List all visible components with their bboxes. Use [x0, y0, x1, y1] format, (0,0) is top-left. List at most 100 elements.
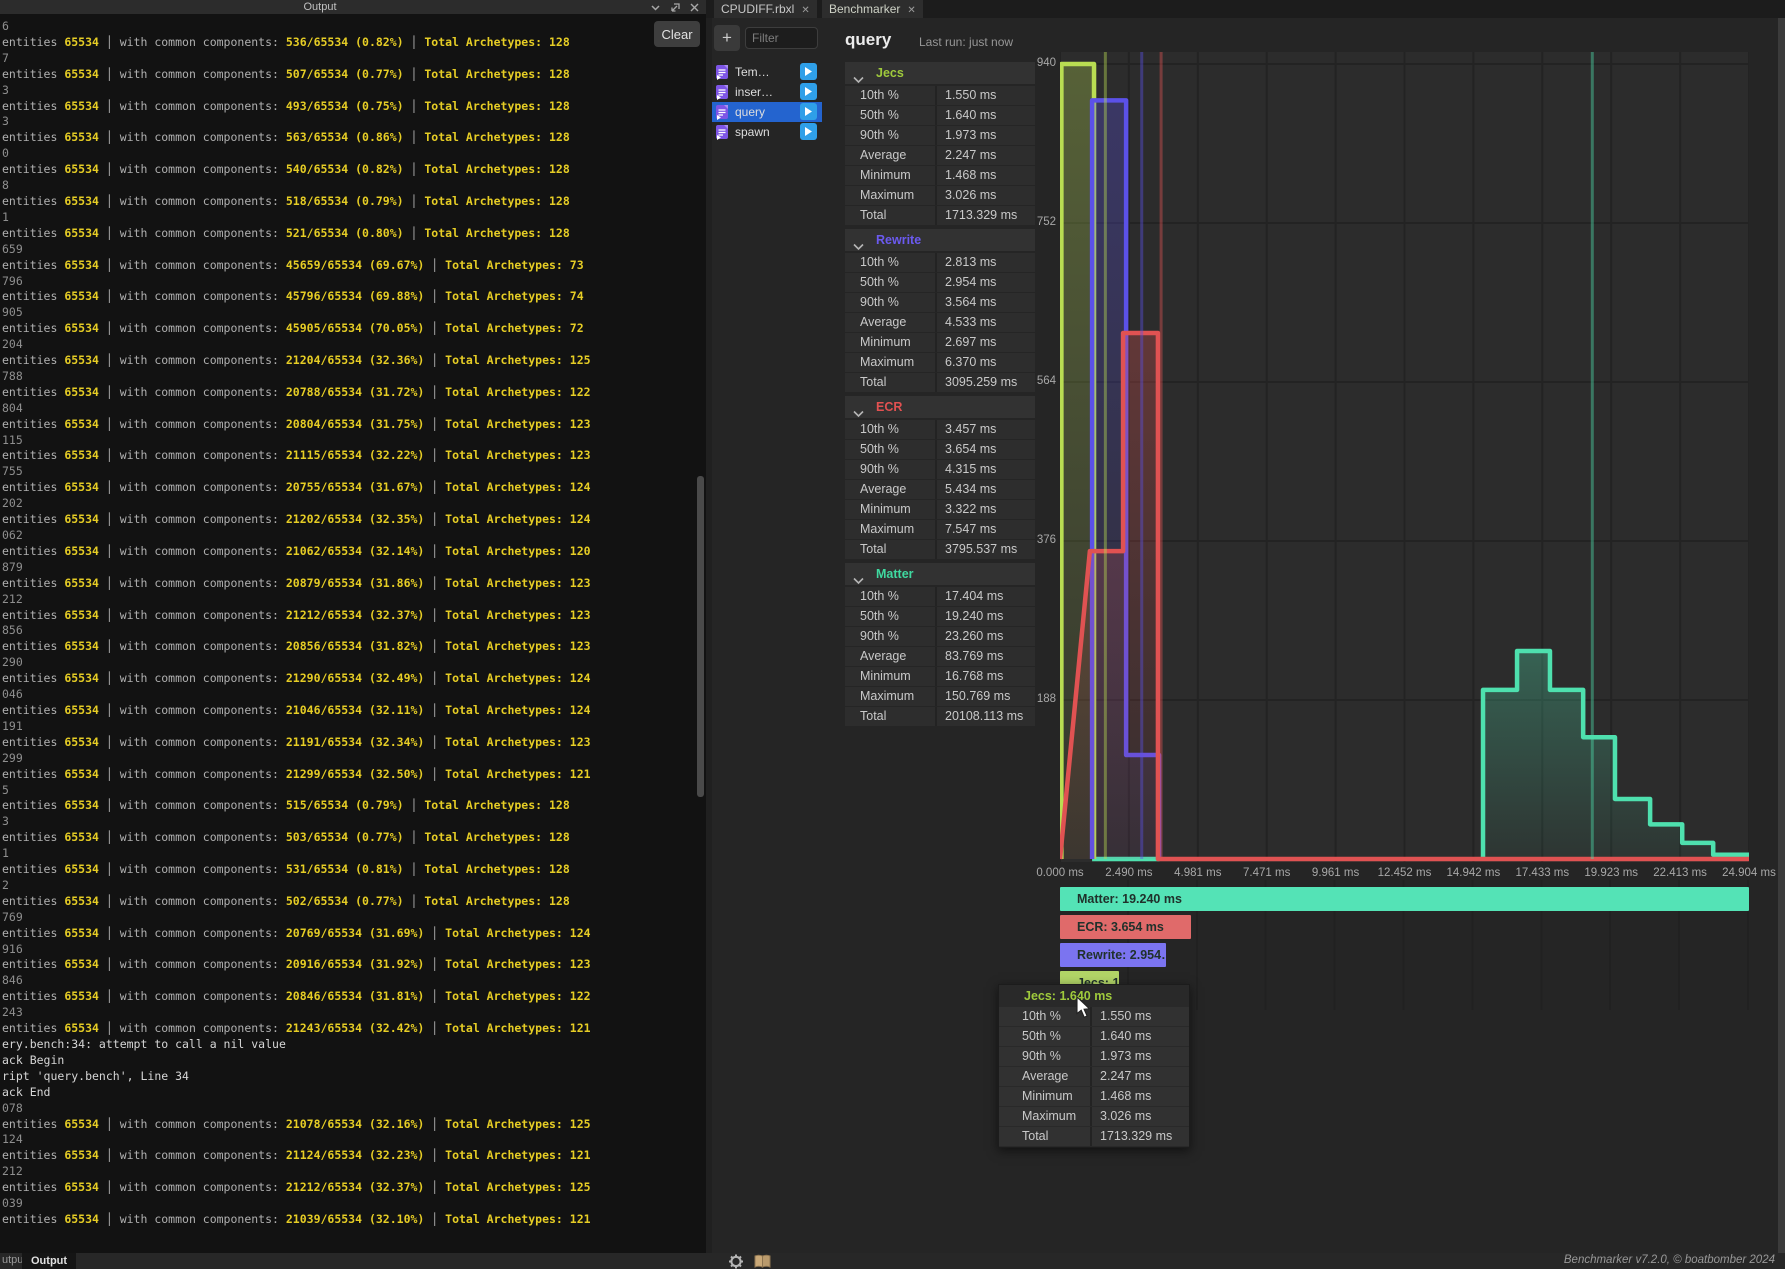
chevron-down-icon: [853, 69, 864, 91]
tab-cpudiff[interactable]: CPUDIFF.rbxl✕: [714, 0, 817, 18]
run-benchmark-button[interactable]: [800, 83, 817, 100]
benchmark-file-sidebar: + Tem…inser…queryspawn: [712, 18, 822, 1253]
tooltip-stat-value: 1.550 ms: [1090, 1007, 1189, 1026]
tab-close-icon[interactable]: ✕: [907, 5, 915, 16]
stat-label: 50th %: [845, 273, 935, 292]
panel-scrollbar[interactable]: [1778, 18, 1785, 1253]
stat-row: Average4.533 ms: [845, 313, 1035, 332]
tooltip-stat-label: Minimum: [999, 1087, 1090, 1106]
tooltip-stat-value: 2.247 ms: [1090, 1067, 1189, 1086]
output-panel: Output 6entities 65534 │ with common com…: [0, 0, 706, 1253]
tooltip-stat-label: Average: [999, 1067, 1090, 1086]
stat-label: Minimum: [845, 667, 935, 686]
sidebar-item-inser[interactable]: inser…: [712, 82, 822, 102]
stat-row: Total3795.537 ms: [845, 540, 1035, 559]
book-icon[interactable]: [754, 1254, 771, 1269]
chevron-down-icon: [853, 236, 864, 258]
stat-row: Minimum2.697 ms: [845, 333, 1035, 352]
series-tooltip: Jecs: 1.640 ms 10th %1.550 ms50th %1.640…: [998, 984, 1190, 1148]
stat-value: 1.468 ms: [935, 166, 1035, 185]
output-scrollbar-thumb[interactable]: [697, 476, 704, 797]
section-header[interactable]: ECR: [845, 396, 1035, 418]
module-script-icon: [715, 124, 730, 145]
stat-value: 4.315 ms: [935, 460, 1035, 479]
tooltip-stat-row: Minimum1.468 ms: [999, 1087, 1189, 1106]
output-log-line: entities 65534 │ with common components:…: [2, 862, 706, 878]
close-icon[interactable]: [689, 2, 700, 13]
stat-row: 50th %2.954 ms: [845, 273, 1035, 292]
dock-window-icon[interactable]: [670, 2, 681, 13]
stat-row: Total20108.113 ms: [845, 707, 1035, 726]
bottom-tab-output[interactable]: Output: [22, 1253, 76, 1269]
sidebar-item-Tem[interactable]: Tem…: [712, 62, 822, 82]
tooltip-stat-value: 1.973 ms: [1090, 1047, 1189, 1066]
stat-row: Maximum150.769 ms: [845, 687, 1035, 706]
stat-label: Total: [845, 540, 935, 559]
stat-row: 10th %2.813 ms: [845, 253, 1035, 272]
tab-close-icon[interactable]: ✕: [801, 5, 809, 16]
bottom-dock-bar: utput Output Benchmarker v7.2.0, © boatb…: [0, 1253, 1785, 1269]
stat-label: Total: [845, 707, 935, 726]
tab-benchmarker[interactable]: Benchmarker ✕: [822, 0, 923, 18]
output-log-line: entities 65534 │ with common components:…: [2, 1212, 706, 1228]
benchmark-histogram-chart[interactable]: [1060, 50, 1749, 865]
y-axis-tick-label: 188: [1012, 693, 1056, 705]
stat-row: Minimum3.322 ms: [845, 500, 1035, 519]
filter-input[interactable]: [745, 27, 818, 49]
output-log-line: entities 65534 │ with common components:…: [2, 671, 706, 687]
stat-row: 90th %23.260 ms: [845, 627, 1035, 646]
legend-bar-matter[interactable]: Matter: 19.240 ms: [1060, 887, 1749, 911]
stat-row: 50th %19.240 ms: [845, 607, 1035, 626]
output-log-line: entities 65534 │ with common components:…: [2, 289, 706, 305]
y-axis-tick-label: 940: [1012, 57, 1056, 69]
stat-value: 3.322 ms: [935, 500, 1035, 519]
output-log[interactable]: 6entities 65534 │ with common components…: [0, 14, 706, 1253]
stat-value: 2.954 ms: [935, 273, 1035, 292]
stat-label: Maximum: [845, 687, 935, 706]
section-header[interactable]: Jecs: [845, 62, 1035, 84]
run-benchmark-button[interactable]: [800, 63, 817, 80]
output-panel-header: Output: [0, 0, 706, 14]
sidebar-item-spawn[interactable]: spawn: [712, 122, 822, 142]
section-header[interactable]: Matter: [845, 563, 1035, 585]
mouse-cursor: [1076, 997, 1092, 1019]
output-log-line: entities 65534 │ with common components:…: [2, 1021, 706, 1037]
tooltip-stat-value: 3.026 ms: [1090, 1107, 1189, 1126]
stat-value: 1.550 ms: [935, 86, 1035, 105]
legend-bar-ecr[interactable]: ECR: 3.654 ms: [1060, 915, 1191, 939]
last-run-status: Last run: just now: [919, 35, 1013, 49]
run-benchmark-button[interactable]: [800, 123, 817, 140]
run-benchmark-button[interactable]: [800, 103, 817, 120]
stat-value: 5.434 ms: [935, 480, 1035, 499]
x-axis-tick-label: 24.904 ms: [1709, 867, 1785, 879]
legend-bar-rewrite[interactable]: Rewrite: 2.954…: [1060, 943, 1166, 967]
stat-value: 3.654 ms: [935, 440, 1035, 459]
stat-value: 4.533 ms: [935, 313, 1035, 332]
studio-window: Output 6entities 65534 │ with common com…: [0, 0, 1785, 1269]
output-panel-title: Output: [0, 0, 640, 14]
tab-benchmarker-label: Benchmarker: [829, 2, 900, 16]
gear-icon[interactable]: [728, 1254, 744, 1269]
stat-row: 90th %1.973 ms: [845, 126, 1035, 145]
output-log-line: entities 65534 │ with common components:…: [2, 1117, 706, 1133]
output-log-line: entities 65534 │ with common components:…: [2, 417, 706, 433]
stat-row: 10th %17.404 ms: [845, 587, 1035, 606]
stat-value: 19.240 ms: [935, 607, 1035, 626]
chevron-down-icon[interactable]: [650, 2, 661, 13]
section-header[interactable]: Rewrite: [845, 229, 1035, 251]
tooltip-stat-label: 90th %: [999, 1047, 1090, 1066]
clear-output-button[interactable]: Clear: [654, 21, 700, 47]
output-log-line: entities 65534 │ with common components:…: [2, 1148, 706, 1164]
stats-section-rewrite: Rewrite10th %2.813 ms50th %2.954 ms90th …: [845, 229, 1035, 392]
tooltip-stat-row: Average2.247 ms: [999, 1067, 1189, 1086]
stat-row: Maximum6.370 ms: [845, 353, 1035, 372]
stat-label: Minimum: [845, 500, 935, 519]
output-log-line: entities 65534 │ with common components:…: [2, 989, 706, 1005]
section-name: Matter: [876, 567, 914, 581]
add-benchmark-button[interactable]: +: [714, 25, 740, 51]
output-log-line: entities 65534 │ with common components:…: [2, 703, 706, 719]
output-log-line: entities 65534 │ with common components:…: [2, 226, 706, 242]
sidebar-item-query[interactable]: query: [712, 102, 822, 122]
section-name: Rewrite: [876, 233, 921, 247]
tooltip-stat-value: 1713.329 ms: [1090, 1127, 1189, 1146]
